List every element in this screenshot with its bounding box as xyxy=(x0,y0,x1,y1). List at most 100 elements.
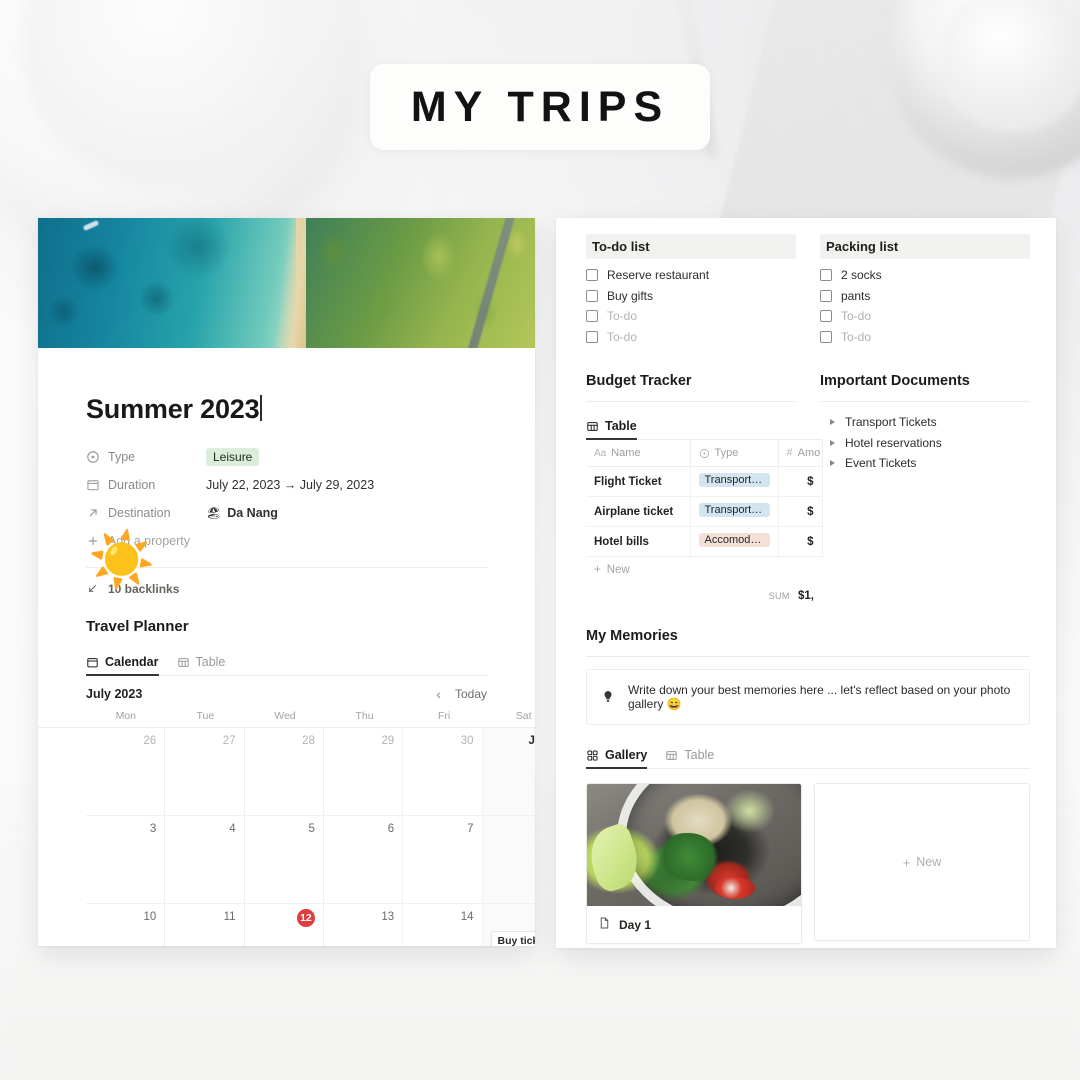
checkbox[interactable] xyxy=(820,330,832,343)
calendar-day-cell[interactable]: 28 xyxy=(244,728,324,816)
page-title[interactable]: Summer 2023 xyxy=(86,394,263,425)
checkbox[interactable] xyxy=(820,289,832,302)
property-value-destination[interactable]: 🏖 Da Nang xyxy=(206,506,278,520)
property-row-duration[interactable]: Duration July 22, 2023 → July 29, 2023 xyxy=(86,471,487,499)
database-title[interactable]: Travel Planner xyxy=(86,618,487,635)
photo-chili xyxy=(715,876,756,899)
packing-item-label: To-do xyxy=(841,329,872,344)
packing-item[interactable]: To-do xyxy=(820,306,1030,327)
gallery-new-card-button[interactable]: + New xyxy=(814,783,1030,941)
checkbox[interactable] xyxy=(586,310,598,323)
budget-cell-amount[interactable]: $ xyxy=(778,526,823,557)
table-icon xyxy=(587,421,598,431)
calendar-day-cell[interactable]: 30 xyxy=(403,728,483,816)
calendar-day-cell[interactable]: 5 xyxy=(244,816,324,904)
toggle-triangle-icon[interactable] xyxy=(830,460,835,467)
budget-col-type[interactable]: Type xyxy=(690,440,779,467)
tab-calendar[interactable]: Calendar xyxy=(86,655,159,676)
todo-item[interactable]: To-do xyxy=(586,306,796,327)
budget-table-row[interactable]: Airplane ticket Transportati... $ xyxy=(586,496,823,527)
calendar-day-cell[interactable]: 10 xyxy=(86,904,166,946)
todo-item[interactable]: Buy gifts xyxy=(586,286,796,307)
gallery-card[interactable]: Day 1 xyxy=(586,783,802,944)
calendar-day-cell[interactable]: 13 xyxy=(323,904,404,946)
checkbox[interactable] xyxy=(820,310,832,323)
packing-item[interactable]: pants xyxy=(820,286,1030,307)
calendar-day-cell[interactable]: 4 xyxy=(165,816,245,904)
calendar-weekday: Thu xyxy=(355,710,374,722)
budget-tab-table-label: Table xyxy=(605,419,637,433)
chevron-left-icon[interactable]: ‹ xyxy=(436,686,441,702)
calendar-day-cell[interactable]: 27 xyxy=(165,728,245,816)
memories-tab-gallery[interactable]: Gallery xyxy=(586,748,648,769)
calendar-day-number: 26 xyxy=(143,735,157,747)
calendar-icon xyxy=(87,657,98,667)
checkbox[interactable] xyxy=(586,289,598,302)
calendar-day-cell[interactable]: 8 xyxy=(482,816,535,904)
memories-title[interactable]: My Memories xyxy=(586,628,1030,644)
calendar-day-number: 28 xyxy=(302,735,315,747)
packing-item[interactable]: 2 socks xyxy=(820,265,1030,286)
budget-new-row-button[interactable]: + New xyxy=(586,557,822,576)
todo-item[interactable]: To-do xyxy=(586,327,796,348)
property-value-type[interactable]: Leisure xyxy=(206,448,260,466)
budget-table-row[interactable]: Flight Ticket Transportati... $ xyxy=(586,466,823,497)
budget-tab-table[interactable]: Table xyxy=(586,419,637,440)
toggle-triangle-icon[interactable] xyxy=(830,419,835,426)
packing-item[interactable]: To-do xyxy=(820,327,1030,348)
cover-image[interactable] xyxy=(38,218,535,348)
calendar-day-cell[interactable]: 11 xyxy=(165,904,245,946)
tab-table[interactable]: Table xyxy=(177,655,225,675)
memories-tab-table[interactable]: Table xyxy=(665,748,714,768)
lightbulb-icon xyxy=(601,689,615,706)
checkbox[interactable] xyxy=(586,330,598,343)
documents-title[interactable]: Important Documents xyxy=(820,373,1030,389)
document-item[interactable]: Event Tickets xyxy=(820,453,1030,474)
calendar-day-cell[interactable]: Jul 1 xyxy=(482,728,535,816)
arrow-up-right-icon xyxy=(86,506,100,520)
budget-col-amount[interactable]: # Amo xyxy=(778,440,823,467)
page-icon xyxy=(598,916,611,933)
checkbox[interactable] xyxy=(820,269,832,282)
calendar-day-cell[interactable]: 14 xyxy=(403,904,483,946)
memories-callout-text: Write down your best memories here ... l… xyxy=(628,683,1011,711)
budget-cell-type[interactable]: Transportati... xyxy=(690,496,779,527)
budget-cell-amount[interactable]: $ xyxy=(778,496,823,527)
calendar-day-cell[interactable]: 15 Buy ticket xyxy=(482,904,535,946)
checkbox[interactable] xyxy=(586,269,598,282)
budget-cell-name[interactable]: Flight Ticket xyxy=(586,466,691,497)
property-row-destination[interactable]: Destination 🏖 Da Nang xyxy=(86,499,487,527)
calendar-day-cell[interactable]: 3 xyxy=(86,816,166,904)
document-item[interactable]: Hotel reservations xyxy=(820,433,1030,454)
budget-cell-amount[interactable]: $ xyxy=(778,466,823,497)
budget-table-row[interactable]: Hotel bills Accomodati... $ xyxy=(586,526,823,557)
today-button[interactable]: Today xyxy=(455,687,487,701)
toggle-triangle-icon[interactable] xyxy=(830,439,835,446)
property-row-type[interactable]: Type Leisure xyxy=(86,443,487,471)
packing-item-label: pants xyxy=(841,288,871,303)
budget-cell-name[interactable]: Hotel bills xyxy=(586,526,691,557)
calendar-weekday: Sat xyxy=(515,710,532,722)
calendar-day-number: 3 xyxy=(149,823,157,835)
memories-callout[interactable]: Write down your best memories here ... l… xyxy=(586,669,1030,725)
sun-icon[interactable]: ☀️ xyxy=(88,531,155,589)
document-item[interactable]: Transport Tickets xyxy=(820,412,1030,433)
packing-section: Packing list 2 socks pants To-do To-do xyxy=(820,234,1030,347)
budget-cell-type[interactable]: Accomodati... xyxy=(690,526,779,557)
calendar-day-number: 14 xyxy=(460,911,474,923)
calendar-day-cell[interactable]: 6 xyxy=(323,816,404,904)
budget-col-name[interactable]: Aa Name xyxy=(586,440,691,467)
calendar-event[interactable]: Buy ticket xyxy=(490,931,535,946)
budget-title[interactable]: Budget Tracker xyxy=(586,373,796,389)
todo-item[interactable]: Reserve restaurant xyxy=(586,265,796,286)
budget-cell-name[interactable]: Airplane ticket xyxy=(586,496,691,527)
type-tag: Leisure xyxy=(206,448,260,466)
property-value-duration[interactable]: July 22, 2023 → July 29, 2023 xyxy=(206,478,374,492)
calendar-day-cell[interactable]: 12 xyxy=(244,904,324,946)
calendar-day-number: 30 xyxy=(460,735,474,747)
calendar-day-cell[interactable]: 29 xyxy=(323,728,404,816)
calendar-day-cell[interactable]: 7 xyxy=(403,816,483,904)
calendar-day-cell[interactable]: 26 xyxy=(86,728,166,816)
budget-cell-type[interactable]: Transportati... xyxy=(690,466,779,497)
todo-item-label: Reserve restaurant xyxy=(607,268,710,283)
